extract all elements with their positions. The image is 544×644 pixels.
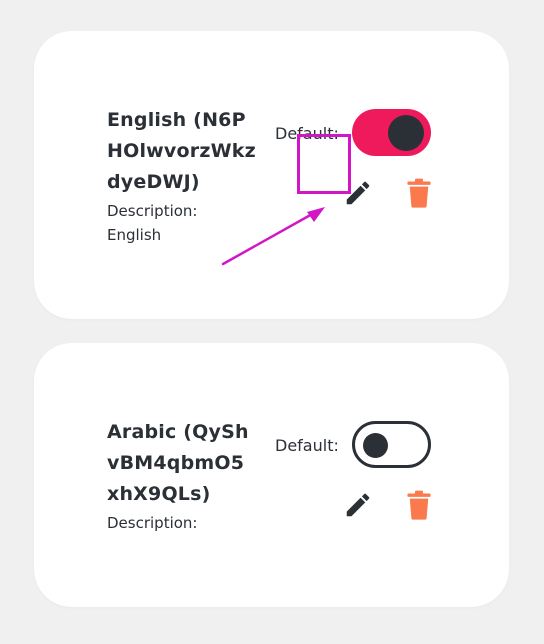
language-card-english: English (N6P HOlwvorzWkz dyeDWJ) Descrip… (34, 31, 509, 319)
edit-button[interactable] (341, 488, 375, 522)
trash-icon (407, 490, 431, 520)
pencil-icon (346, 493, 370, 517)
toggle-knob (363, 432, 388, 458)
default-label: Default: (275, 436, 339, 455)
default-toggle[interactable] (352, 109, 431, 156)
toggle-knob (388, 114, 424, 151)
language-description: Description: English (107, 202, 198, 244)
language-title: English (N6P HOlwvorzWkz dyeDWJ) (107, 109, 256, 193)
delete-button[interactable] (402, 176, 436, 210)
annotation-highlight-box (297, 134, 351, 194)
language-card-arabic: Arabic (QySh vBM4qbmO5 xhX9QLs) Descript… (34, 343, 509, 607)
language-description: Description: (107, 514, 198, 532)
default-toggle[interactable] (352, 421, 431, 468)
language-title: Arabic (QySh vBM4qbmO5 xhX9QLs) (107, 421, 249, 505)
delete-button[interactable] (402, 488, 436, 522)
trash-icon (407, 178, 431, 208)
